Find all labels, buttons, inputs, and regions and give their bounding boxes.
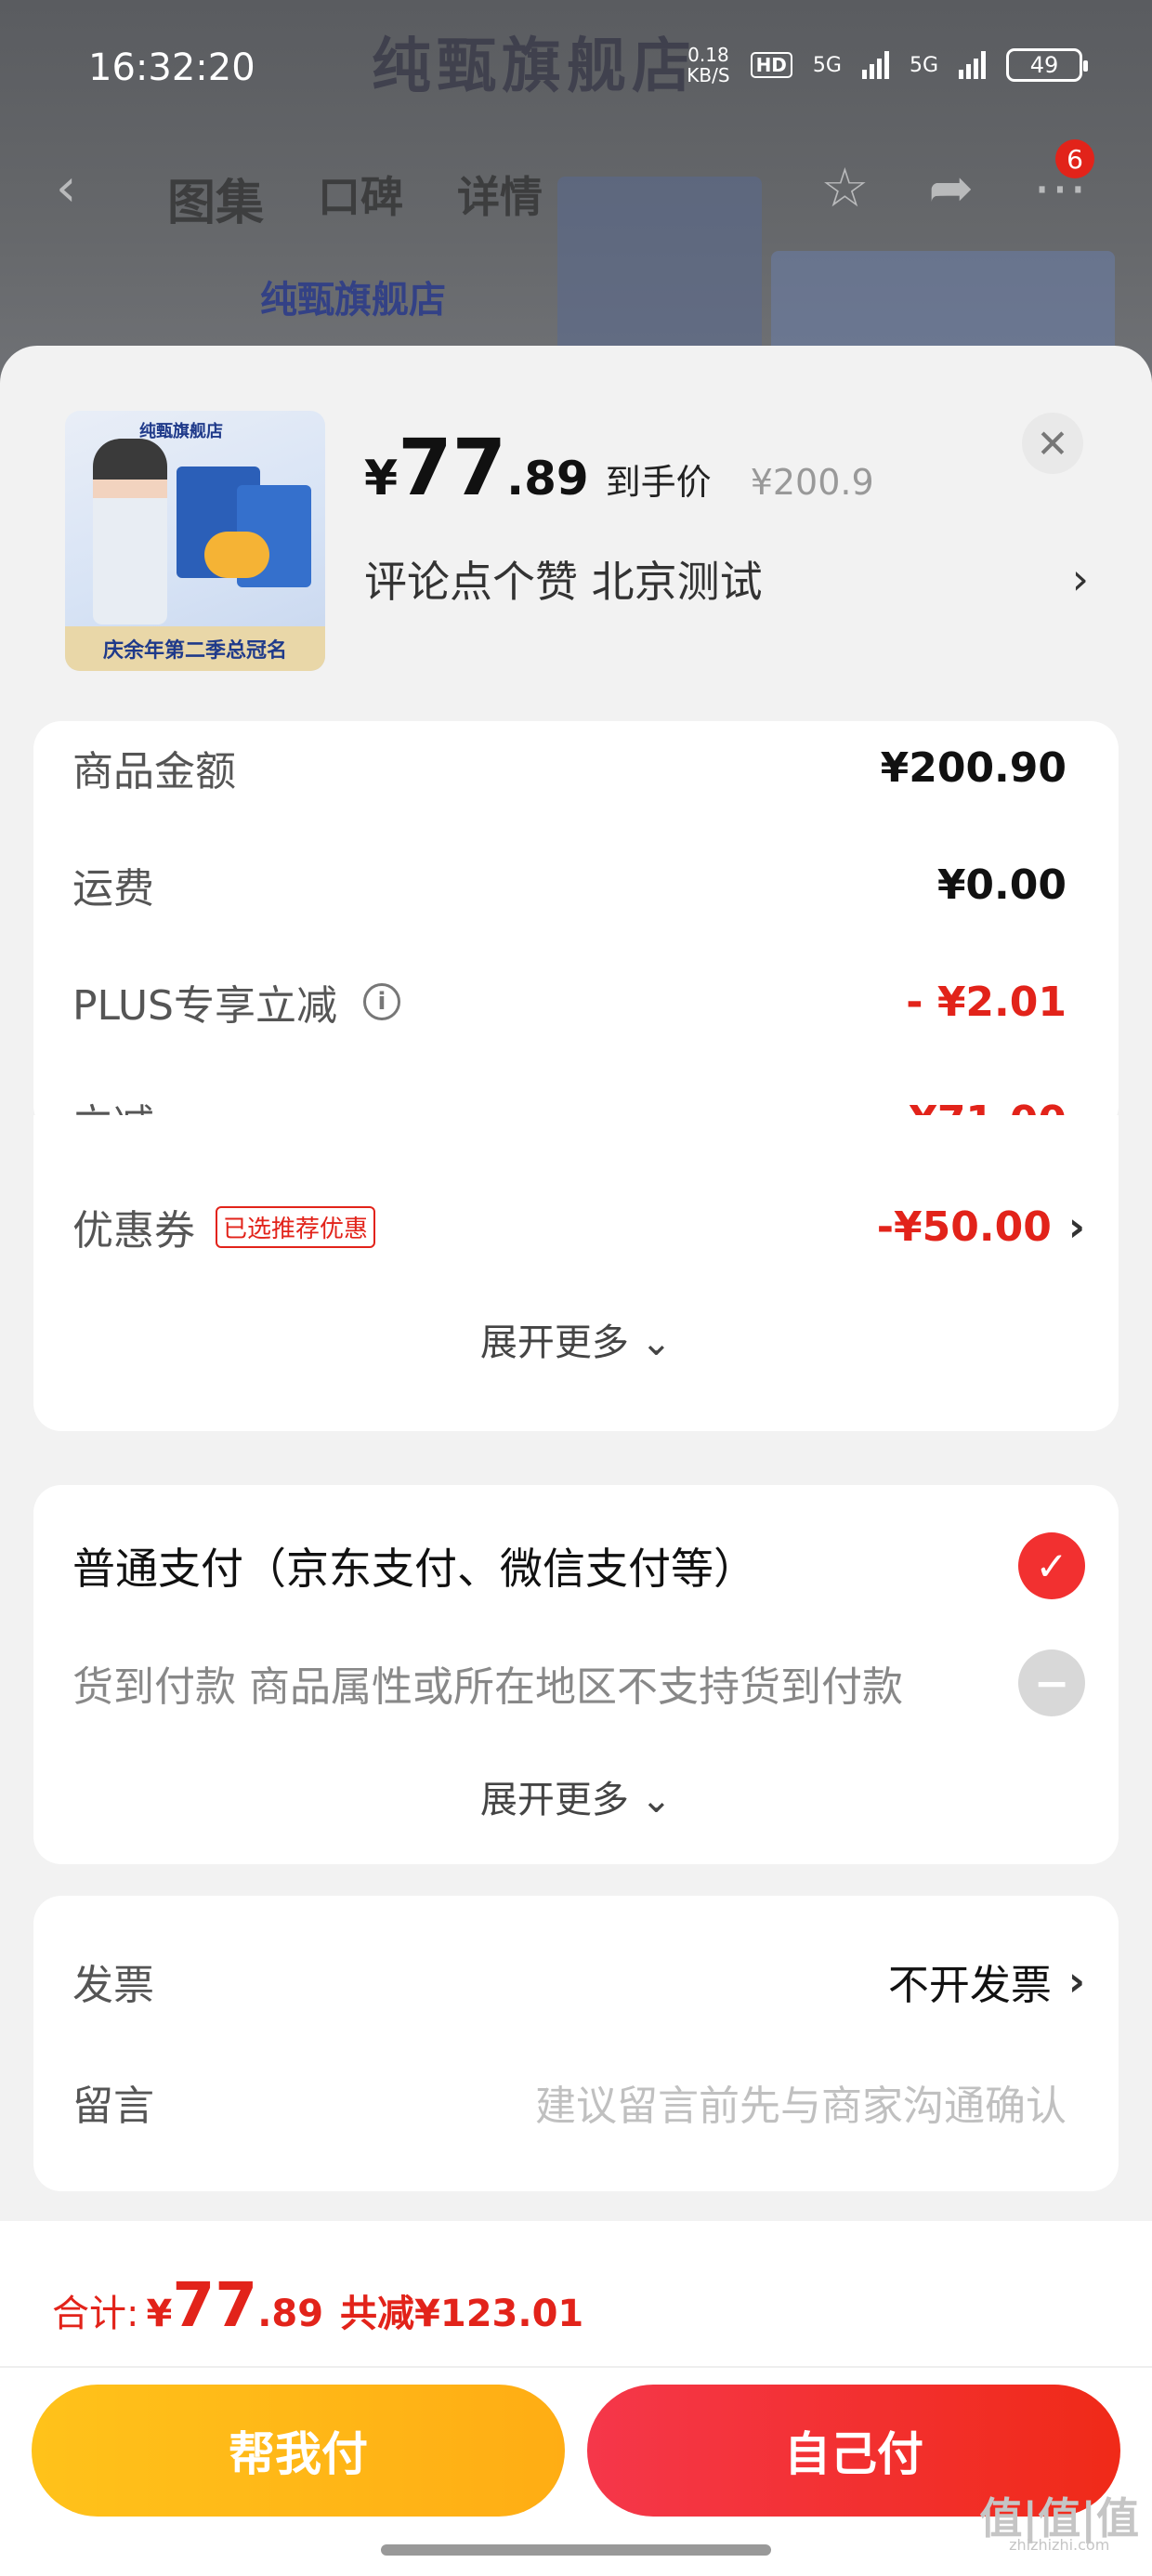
product-thumbnail[interactable]: 纯甄旗舰店 庆余年第二季总冠名 xyxy=(65,411,325,671)
original-price: ¥200.9 xyxy=(750,462,874,503)
status-icons: 0.18 KB/S HD 5G 5G 49 xyxy=(687,45,1088,85)
summary-label: 商品金额 xyxy=(72,748,236,795)
summary-label: 运费 xyxy=(72,865,154,913)
price-decimal: .89 xyxy=(506,452,589,506)
background-store-logo: 纯甄旗舰店 xyxy=(260,279,446,322)
summary-row-coupon[interactable]: 优惠券 已选推荐优惠 -¥50.00 › xyxy=(72,1189,1085,1264)
chevron-right-icon: › xyxy=(1067,1203,1085,1251)
price-integer: 77 xyxy=(398,422,507,513)
home-indicator[interactable] xyxy=(381,2544,771,2556)
footer-divider xyxy=(0,2366,1152,2368)
invoice-value: 不开发票 xyxy=(887,1962,1052,2009)
close-icon[interactable]: ✕ xyxy=(1022,413,1083,474)
payment-method-card: 普通支付（京东支付、微信支付等） ✓ 货到付款 商品属性或所在地区不支持货到付款… xyxy=(33,1485,1119,1864)
help-me-pay-button[interactable]: 帮我付 xyxy=(32,2385,565,2517)
product-image-brand: 纯甄旗舰店 xyxy=(139,422,223,441)
price-symbol: ¥ xyxy=(364,451,399,506)
order-total: 合计: ¥ 77 .89 共减¥123.01 xyxy=(52,2269,583,2341)
price-tag-label: 到手价 xyxy=(605,462,712,503)
summary-value: - ¥2.01 xyxy=(906,978,1067,1026)
invoice-label: 发票 xyxy=(72,1962,154,2009)
total-label: 合计: xyxy=(52,2293,139,2335)
price-breakdown-card-lower: 优惠券 已选推荐优惠 -¥50.00 › 展开更多 ⌄ xyxy=(33,1115,1119,1431)
tab-details[interactable]: 详情 xyxy=(457,164,543,233)
tab-gallery[interactable]: 图集 xyxy=(167,164,264,233)
chevron-right-icon: › xyxy=(1067,1957,1085,2005)
status-time: 16:32:20 xyxy=(88,46,255,89)
message-row[interactable]: 留言 建议留言前先与商家沟通确认 xyxy=(72,2065,1067,2139)
summary-label: PLUS专享立减 xyxy=(72,982,337,1030)
price-breakdown-card: 商品金额 ¥200.90 运费 ¥0.00 PLUS专享立减 i - ¥2.01… xyxy=(33,721,1119,1149)
nav-actions: ☆ ➦ ⋯ xyxy=(820,156,1087,219)
hd-icon: HD xyxy=(750,52,792,78)
invoice-message-card: 发票 不开发票 › 留言 建议留言前先与商家沟通确认 xyxy=(33,1896,1119,2191)
tab-reviews[interactable]: 口碑 xyxy=(318,164,403,233)
coupon-tag: 已选推荐优惠 xyxy=(216,1205,376,1248)
product-navbar: ‹ 图集 口碑 详情 ☆ ➦ ⋯ 6 xyxy=(0,139,1152,232)
expand-more-button[interactable]: 展开更多 ⌄ xyxy=(33,1769,1119,1823)
expand-more-label: 展开更多 xyxy=(479,1321,629,1364)
favorite-star-icon[interactable]: ☆ xyxy=(820,156,869,219)
battery-level: 49 xyxy=(1029,52,1059,78)
total-decimal: .89 xyxy=(257,2293,324,2335)
product-image-fruit xyxy=(204,532,269,578)
share-icon[interactable]: ➦ xyxy=(928,156,974,219)
chevron-down-icon: ⌄ xyxy=(640,1321,673,1364)
nav-tabs: 图集 口碑 详情 xyxy=(167,164,543,233)
price-display: ¥ 77 .89 到手价 ¥200.9 xyxy=(364,422,874,513)
total-saved: 共减¥123.01 xyxy=(340,2293,584,2335)
message-label: 留言 xyxy=(72,2083,154,2130)
signal-icon xyxy=(959,51,986,79)
total-symbol: ¥ xyxy=(146,2293,173,2335)
checkout-footer: 合计: ¥ 77 .89 共减¥123.01 帮我付 自己付 值|值|值 zhi… xyxy=(0,2221,1152,2576)
signal-icon xyxy=(861,51,889,79)
invoice-row[interactable]: 发票 不开发票 › xyxy=(72,1944,1085,2018)
back-icon[interactable]: ‹ xyxy=(56,158,76,218)
spec-selector[interactable]: 评论点个赞 北京测试 › xyxy=(364,546,1089,611)
payment-option-label: 普通支付（京东支付、微信支付等） xyxy=(72,1544,756,1594)
summary-row-goods-amount: 商品金额 ¥200.90 xyxy=(72,730,1067,805)
sim2-label: 5G xyxy=(909,53,938,77)
chevron-down-icon: ⌄ xyxy=(640,1779,673,1821)
network-speed-unit: KB/S xyxy=(687,64,730,86)
payment-option-normal[interactable]: 普通支付（京东支付、微信支付等） ✓ xyxy=(72,1524,1085,1608)
network-speed: 0.18 KB/S xyxy=(687,45,729,85)
expand-more-button[interactable]: 展开更多 ⌄ xyxy=(33,1312,1119,1366)
summary-value: ¥0.00 xyxy=(936,861,1067,909)
spec-text: 评论点个赞 北京测试 xyxy=(364,557,763,607)
expand-more-label: 展开更多 xyxy=(479,1779,629,1821)
total-integer: 77 xyxy=(172,2269,258,2341)
summary-row-shipping: 运费 ¥0.00 xyxy=(72,848,1067,922)
summary-value: -¥50.00 xyxy=(876,1203,1052,1251)
radio-checked-icon[interactable]: ✓ xyxy=(1018,1532,1085,1599)
product-image-ribbon: 庆余年第二季总冠名 xyxy=(65,626,325,671)
summary-value: ¥200.90 xyxy=(880,743,1067,792)
radio-disabled-icon: − xyxy=(1018,1649,1085,1716)
chevron-right-icon: › xyxy=(1071,554,1089,604)
payment-option-cod: 货到付款 商品属性或所在地区不支持货到付款 − xyxy=(72,1641,1085,1725)
summary-label: 优惠券 xyxy=(72,1207,195,1255)
message-badge: 6 xyxy=(1055,139,1094,178)
message-input[interactable]: 建议留言前先与商家沟通确认 xyxy=(535,2072,1067,2132)
info-icon[interactable]: i xyxy=(363,983,400,1020)
status-bar: 16:32:20 0.18 KB/S HD 5G 5G 49 xyxy=(0,0,1152,139)
watermark: 值|值|值 zhizhizhi.com xyxy=(979,2497,1139,2554)
sim1-label: 5G xyxy=(812,53,842,77)
network-speed-value: 0.18 xyxy=(687,44,729,66)
battery-icon: 49 xyxy=(1006,48,1088,82)
product-header: 纯甄旗舰店 庆余年第二季总冠名 ¥ 77 .89 到手价 ¥200.9 ✕ 评论… xyxy=(0,346,1152,699)
payment-option-label: 货到付款 商品属性或所在地区不支持货到付款 xyxy=(72,1663,903,1711)
product-image-figure xyxy=(93,439,167,624)
summary-row-plus-discount: PLUS专享立减 i - ¥2.01 xyxy=(72,965,1067,1039)
